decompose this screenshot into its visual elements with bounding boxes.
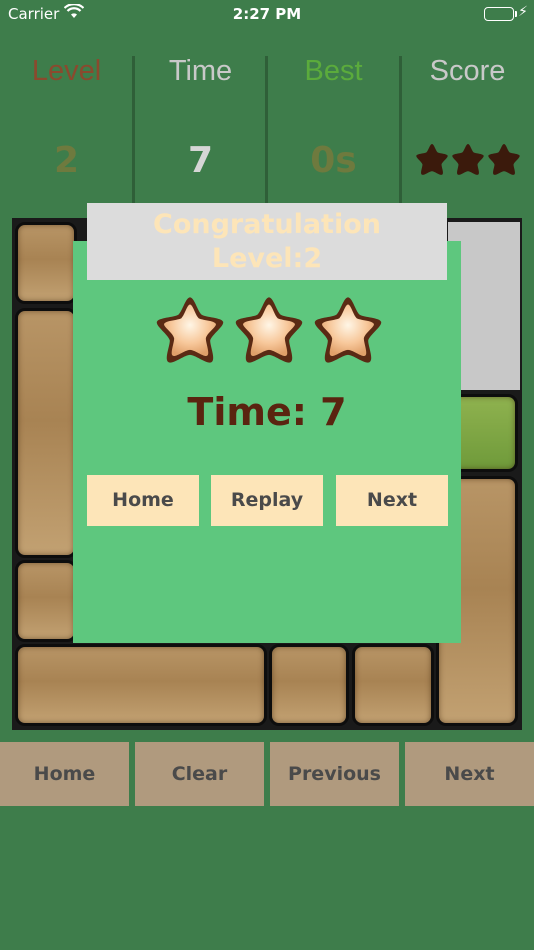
battery-cap [515, 11, 517, 17]
status-bar: Carrier 2:27 PM ⚡ [0, 0, 534, 28]
previous-button[interactable]: Previous [270, 742, 399, 806]
charging-icon: ⚡ [518, 4, 528, 20]
wood-block[interactable] [352, 644, 434, 726]
stat-best-value: 0s [310, 140, 357, 181]
dialog-title-level: Level:2 [211, 243, 323, 274]
clear-button[interactable]: Clear [135, 742, 264, 806]
dialog-time: Time: 7 [187, 390, 347, 434]
status-time: 2:27 PM [232, 5, 302, 23]
stat-time: Time 7 [134, 28, 267, 218]
score-star-icon [415, 144, 448, 175]
star-icon [314, 297, 382, 363]
stat-level: Level 2 [0, 28, 133, 218]
wood-block[interactable] [15, 308, 77, 558]
dialog-stars [154, 293, 384, 365]
wood-block[interactable] [15, 560, 77, 642]
wood-block[interactable] [15, 222, 77, 304]
stat-score-label: Score [429, 55, 506, 87]
next-button[interactable]: Next [405, 742, 534, 806]
dialog-title: Congratulation Level:2 [87, 203, 447, 280]
dialog-home-button[interactable]: Home [87, 475, 199, 526]
stat-time-label: Time [168, 55, 233, 87]
stat-score: Score [401, 28, 534, 218]
stat-level-label: Level [31, 55, 102, 87]
star-icon [156, 297, 224, 363]
dialog-next-button[interactable]: Next [336, 475, 448, 526]
battery-icon [484, 7, 514, 21]
dialog-replay-button[interactable]: Replay [211, 475, 323, 526]
stats-header: Level 2 Time 7 Best 0s Score [0, 28, 534, 230]
dialog-title-congrats: Congratulation [153, 209, 381, 240]
wood-block[interactable] [269, 644, 349, 726]
home-button[interactable]: Home [0, 742, 129, 806]
star-icon [235, 297, 303, 363]
score-star-icon [451, 144, 484, 175]
score-stars [401, 142, 534, 176]
score-star-icon [487, 144, 520, 175]
stat-best-label: Best [304, 55, 363, 87]
stat-best: Best 0s [267, 28, 400, 218]
wood-block[interactable] [15, 644, 267, 726]
stat-time-value: 7 [187, 140, 214, 181]
stat-level-value: 2 [53, 140, 80, 181]
bottom-bar: Home Clear Previous Next [0, 742, 534, 806]
